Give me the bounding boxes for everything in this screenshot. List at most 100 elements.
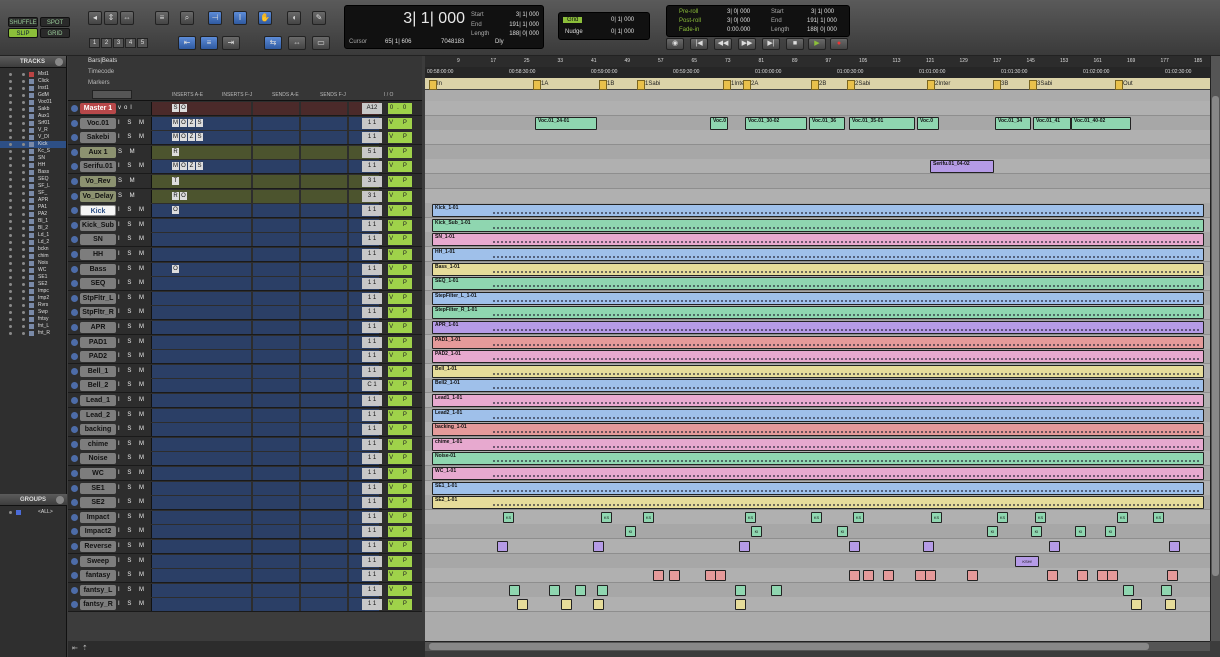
sends-ae-slots[interactable]	[301, 145, 347, 159]
midi-clip[interactable]	[497, 541, 508, 552]
track-type-icon[interactable]	[71, 309, 78, 317]
show-hide-icon[interactable]	[9, 276, 12, 279]
inserts-fj-slots[interactable]	[253, 145, 299, 159]
io-selector[interactable]: 1 1	[362, 438, 382, 450]
volume-pan-controls[interactable]: V P	[388, 395, 412, 406]
show-hide-icon[interactable]	[9, 115, 12, 118]
volume-pan-controls[interactable]: V P	[388, 482, 412, 494]
midi-clip[interactable]	[883, 570, 894, 582]
tracks-list-item[interactable]: SF_	[0, 190, 66, 197]
input-solo-mute-buttons[interactable]: I S M	[118, 440, 148, 449]
midi-clip[interactable]	[653, 570, 664, 582]
record-arm-icon[interactable]	[22, 325, 25, 328]
audio-clip[interactable]: SE2_1-01	[432, 496, 1204, 510]
track-type-icon[interactable]	[71, 426, 78, 434]
tracks-list-item[interactable]: Kc_S	[0, 148, 66, 155]
inserts-ae-slots[interactable]	[151, 189, 251, 203]
io-selector[interactable]: 1 1	[362, 409, 382, 421]
inserts-ae-slots[interactable]	[151, 554, 251, 568]
midi-clip[interactable]	[575, 584, 586, 596]
inserts-fj-slots[interactable]	[253, 218, 299, 232]
inserts-fj-slots[interactable]	[253, 321, 299, 334]
show-hide-icon[interactable]	[9, 283, 12, 286]
sends-ae-slots[interactable]	[301, 218, 347, 232]
show-hide-icon[interactable]	[9, 269, 12, 272]
show-hide-icon[interactable]	[9, 297, 12, 300]
inserts-fj-slots[interactable]	[253, 306, 299, 320]
inserts-ae-slots[interactable]	[151, 175, 251, 188]
audio-clip[interactable]: Bell2_1-01	[432, 379, 1204, 393]
grabber-tool-icon[interactable]: ✋	[258, 11, 272, 25]
midi-clip[interactable]	[593, 599, 604, 611]
io-selector[interactable]: 1 1	[362, 570, 382, 582]
track-name[interactable]: Bass	[80, 263, 116, 275]
track-header[interactable]: fantsy_R I S M 1 1 V P	[68, 597, 422, 613]
input-solo-mute-buttons[interactable]: I S M	[118, 381, 148, 390]
track-type-icon[interactable]	[71, 353, 78, 361]
show-hide-icon[interactable]	[9, 157, 12, 160]
volume-pan-controls[interactable]: V P	[388, 249, 412, 260]
input-solo-mute-buttons[interactable]: I S M	[118, 235, 148, 244]
io-selector[interactable]: A12	[362, 103, 382, 114]
track-lane[interactable]	[425, 597, 1210, 613]
track-type-icon[interactable]	[71, 499, 78, 507]
show-hide-icon[interactable]	[9, 332, 12, 335]
inserts-ae-slots[interactable]	[151, 437, 251, 451]
io-selector[interactable]: 1 1	[362, 511, 382, 523]
io-selector[interactable]: 1 1	[362, 336, 382, 348]
audio-clip[interactable]: Voc.01_30-02	[745, 116, 807, 130]
track-type-icon[interactable]	[71, 367, 78, 375]
audio-clip[interactable]: Voc.0	[710, 116, 728, 130]
track-name[interactable]: Voc.01	[80, 117, 116, 129]
inserts-fj-slots[interactable]	[253, 175, 299, 188]
audio-clip[interactable]: StepFilter_R_1-01	[432, 306, 1204, 320]
track-header[interactable]: Impact2 I S M 1 1 V P	[68, 524, 422, 540]
tracks-list-item[interactable]: Aux1	[0, 113, 66, 120]
sends-ae-slots[interactable]	[301, 379, 347, 393]
stop-icon[interactable]: ■	[786, 38, 804, 50]
show-hide-icon[interactable]	[9, 318, 12, 321]
tracks-list-item[interactable]: APR	[0, 197, 66, 204]
sends-ae-slots[interactable]	[301, 525, 347, 539]
fast-forward-icon[interactable]: ▶▶	[738, 38, 756, 50]
midi-clip[interactable]	[923, 541, 934, 552]
track-name[interactable]: StpFltr_R	[80, 307, 116, 319]
show-hide-icon[interactable]	[9, 262, 12, 265]
midi-clip[interactable]	[509, 584, 520, 596]
input-solo-mute-buttons[interactable]: I S M	[118, 265, 148, 274]
marker[interactable]: 1B	[599, 79, 614, 90]
track-type-icon[interactable]	[71, 513, 78, 521]
record-arm-icon[interactable]	[22, 150, 25, 153]
show-hide-icon[interactable]	[9, 108, 12, 111]
audio-clip[interactable]: PAD1_1-01	[432, 335, 1204, 349]
tracks-list-item[interactable]: SE1	[0, 274, 66, 281]
show-hide-icon[interactable]	[9, 220, 12, 223]
sends-ae-slots[interactable]	[301, 306, 347, 320]
show-hide-icon[interactable]	[9, 199, 12, 202]
inserts-fj-slots[interactable]	[253, 510, 299, 524]
volume-pan-controls[interactable]: V P	[388, 497, 412, 509]
volume-pan-controls[interactable]: V P	[388, 292, 412, 304]
record-arm-icon[interactable]	[22, 185, 25, 188]
audio-clip[interactable]: APR_1-01	[432, 321, 1204, 334]
io-selector[interactable]: 1 1	[362, 351, 382, 363]
zoom-preset-1[interactable]: 1	[89, 38, 100, 48]
track-name[interactable]: SE1	[80, 482, 116, 494]
audio-clip[interactable]: SE1_1-01	[432, 481, 1204, 495]
input-solo-mute-buttons[interactable]: I S M	[118, 557, 148, 566]
return-to-zero-icon[interactable]: |◀	[690, 38, 708, 50]
timecode-label[interactable]: Timecode	[88, 69, 114, 75]
horizontal-scroll-thumb[interactable]	[429, 643, 1149, 650]
io-selector[interactable]: 1 1	[362, 584, 382, 596]
tracks-list-item[interactable]: chim	[0, 253, 66, 260]
sends-ae-slots[interactable]	[301, 496, 347, 510]
input-solo-mute-buttons[interactable]: I S M	[118, 133, 148, 142]
inserts-ae-slots[interactable]	[151, 467, 251, 480]
inserts-ae-slots[interactable]	[151, 583, 251, 597]
show-hide-icon[interactable]	[9, 241, 12, 244]
track-name[interactable]: Master 1	[80, 103, 116, 114]
track-lane[interactable]	[425, 144, 1210, 160]
sends-ae-slots[interactable]	[301, 175, 347, 188]
vertical-scrollbar[interactable]	[1210, 56, 1220, 641]
bars-beats-label[interactable]: Bars|Beats	[88, 58, 117, 64]
